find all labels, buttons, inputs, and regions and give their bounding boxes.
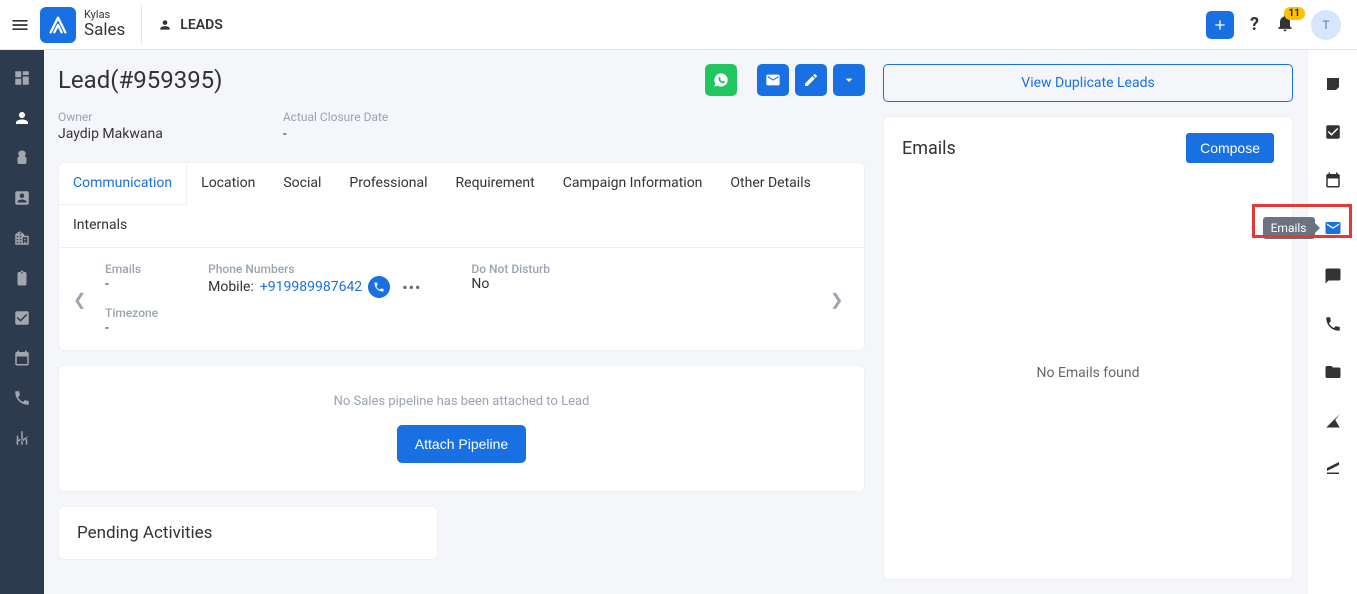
divider (141, 5, 142, 45)
side-column: View Duplicate Leads Emails Compose No E… (883, 64, 1293, 580)
quick-action-tab-icon[interactable] (1323, 410, 1343, 430)
edit-button[interactable] (795, 64, 827, 96)
pencil-icon (803, 72, 819, 88)
tab-communication[interactable]: Communication (59, 163, 187, 205)
phone-type: Mobile: (208, 279, 254, 295)
envelope-icon (765, 72, 781, 88)
dnd-value: No (471, 276, 550, 292)
nav-sidebar (0, 50, 44, 594)
brand-big: Sales (84, 21, 125, 40)
next-tab-section[interactable]: ❯ (830, 290, 850, 309)
emails-tab-icon[interactable]: Emails (1323, 218, 1343, 238)
owner-field: Owner Jaydip Makwana (58, 110, 163, 142)
timezone-value: - (105, 320, 158, 336)
emails-card-title: Emails (902, 138, 956, 159)
contacts-icon[interactable] (12, 188, 32, 208)
emails-tooltip: Emails (1263, 217, 1315, 239)
dnd-col: Do Not Disturb No (471, 262, 550, 336)
phone-row: Mobile: +919989987642 ••• (208, 276, 421, 298)
tab-other[interactable]: Other Details (716, 163, 824, 205)
files-tab-icon[interactable] (1323, 362, 1343, 382)
page-title: Lead(#959395) (58, 66, 223, 94)
phone-icon (373, 281, 385, 293)
app-header: Kylas Sales LEADS ? 11 T (0, 0, 1357, 50)
notifications-button[interactable]: 11 (1275, 13, 1295, 37)
tab-location[interactable]: Location (187, 163, 269, 205)
whatsapp-icon (713, 72, 729, 88)
tab-campaign[interactable]: Campaign Information (549, 163, 717, 205)
meta-row: Owner Jaydip Makwana Actual Closure Date… (58, 110, 865, 142)
attach-pipeline-button[interactable]: Attach Pipeline (397, 425, 526, 463)
add-button[interactable] (1206, 11, 1234, 39)
tasks-tab-icon[interactable] (1323, 122, 1343, 142)
meetings-tab-icon[interactable] (1323, 170, 1343, 190)
tasks-icon[interactable] (12, 308, 32, 328)
pipeline-empty-msg: No Sales pipeline has been attached to L… (87, 394, 836, 409)
view-duplicate-button[interactable]: View Duplicate Leads (883, 64, 1293, 102)
phone-more[interactable]: ••• (396, 278, 421, 297)
title-row: Lead(#959395) (58, 64, 865, 96)
emails-card: Emails Compose No Emails found (883, 116, 1293, 580)
tab-social[interactable]: Social (269, 163, 335, 205)
lead-column: Lead(#959395) (58, 64, 869, 580)
clipboard-icon[interactable] (12, 268, 32, 288)
integration-tab-icon[interactable] (1323, 458, 1343, 478)
closure-value: - (283, 126, 388, 142)
pending-card: Pending Activities (58, 506, 438, 560)
envelope-icon (1324, 219, 1342, 237)
calls-icon[interactable] (12, 388, 32, 408)
caret-down-icon (841, 72, 857, 88)
phones-label: Phone Numbers (208, 262, 421, 276)
emails-timezone-col: Emails - Timezone - (105, 262, 158, 336)
calls-tab-icon[interactable] (1323, 314, 1343, 334)
whatsapp-button[interactable] (705, 64, 737, 96)
tab-body: ❮ Emails - Timezone - (58, 248, 865, 351)
reports-icon[interactable] (12, 428, 32, 448)
phone-number[interactable]: +919989987642 (260, 279, 362, 295)
user-avatar[interactable]: T (1311, 10, 1341, 40)
tab-internals[interactable]: Internals (59, 205, 141, 247)
more-button[interactable] (833, 64, 865, 96)
companies-icon[interactable] (12, 228, 32, 248)
tabs-card: Communication Location Social Profession… (58, 162, 865, 351)
activity-sidebar: Emails (1307, 50, 1357, 594)
compose-button[interactable]: Compose (1186, 133, 1274, 163)
app-logo-text: Kylas Sales (84, 9, 125, 40)
dashboard-icon[interactable] (12, 68, 32, 88)
person-icon (158, 18, 172, 32)
tab-requirement[interactable]: Requirement (442, 163, 549, 205)
dnd-label: Do Not Disturb (471, 262, 550, 276)
help-icon[interactable]: ? (1250, 14, 1259, 35)
emails-label: Emails (105, 262, 158, 276)
owner-value: Jaydip Makwana (58, 126, 163, 142)
prev-tab-section[interactable]: ❮ (73, 290, 93, 309)
closure-label: Actual Closure Date (283, 110, 388, 124)
owner-label: Owner (58, 110, 163, 124)
hamburger-icon[interactable] (10, 15, 30, 35)
timezone-label: Timezone (105, 306, 158, 320)
app-logo-icon[interactable] (40, 7, 76, 43)
notes-tab-icon[interactable] (1323, 74, 1343, 94)
section-label: LEADS (180, 17, 222, 33)
messages-tab-icon[interactable] (1323, 266, 1343, 286)
leads-icon[interactable] (12, 108, 32, 128)
notification-count: 11 (1284, 7, 1305, 20)
main-content: Lead(#959395) (44, 50, 1307, 594)
pipeline-card: No Sales pipeline has been attached to L… (58, 365, 865, 492)
deals-icon[interactable] (12, 148, 32, 168)
email-button[interactable] (757, 64, 789, 96)
calendar-icon[interactable] (12, 348, 32, 368)
header-actions: ? 11 T (1206, 10, 1347, 40)
tabs: Communication Location Social Profession… (58, 162, 865, 248)
breadcrumb[interactable]: LEADS (158, 17, 222, 33)
closure-field: Actual Closure Date - (283, 110, 388, 142)
tab-professional[interactable]: Professional (335, 163, 441, 205)
emails-empty-msg: No Emails found (902, 183, 1274, 563)
emails-value: - (105, 276, 158, 292)
call-button[interactable] (368, 276, 390, 298)
phones-col: Phone Numbers Mobile: +919989987642 ••• (208, 262, 421, 336)
pending-title: Pending Activities (77, 523, 419, 543)
